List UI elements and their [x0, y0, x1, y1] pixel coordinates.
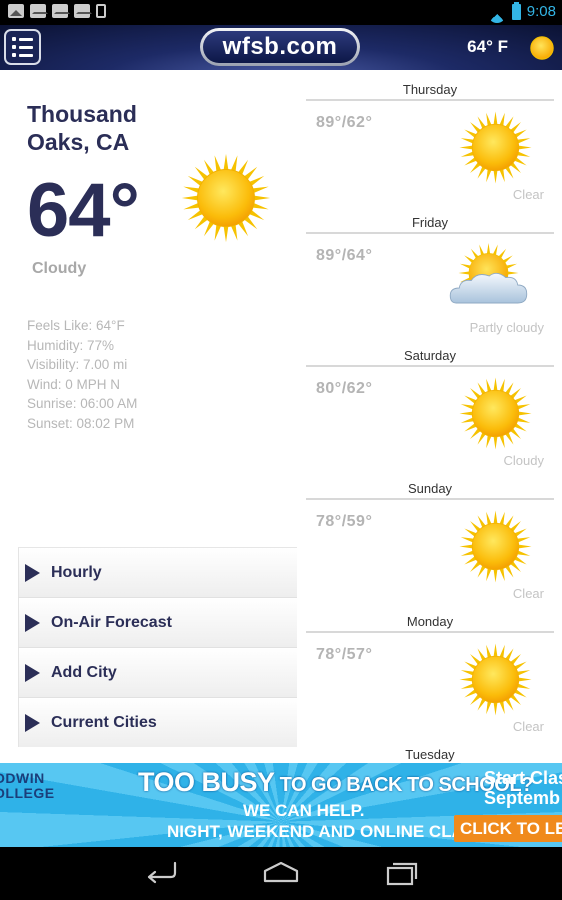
mail-notification-icon — [30, 4, 48, 18]
recent-apps-icon[interactable] — [382, 859, 422, 887]
day-condition: Clear — [512, 187, 544, 202]
forecast-day: Friday 89°/64° Partly cloudy — [306, 203, 554, 336]
day-name: Tuesday — [405, 747, 455, 762]
divider — [306, 99, 554, 101]
visibility: Visibility: 7.00 mi — [27, 357, 128, 373]
wind: Wind: 0 MPH N — [27, 376, 121, 392]
city-name: Thousand Oaks, CA — [27, 101, 137, 155]
ad-subline: WE CAN HELP. — [243, 801, 365, 820]
sunrise: Sunrise: 06:00 AM — [27, 396, 138, 412]
header-temperature: 64° F — [467, 37, 508, 56]
forecast-day: Saturday 80°/62° Cloudy — [306, 336, 554, 469]
mail-notification-icon — [52, 4, 70, 18]
forecast-day: Monday 78°/57° Clear — [306, 602, 554, 735]
day-condition: Clear — [512, 719, 544, 734]
day-name: Sunday — [407, 481, 453, 496]
navigation-bar — [0, 847, 562, 900]
day-temps: 89°/64° — [316, 247, 373, 264]
day-condition: Cloudy — [503, 453, 544, 468]
menu-item-label: On-Air Forecast — [51, 613, 172, 631]
sun-icon — [181, 153, 271, 243]
logo-text: wfsb.com — [203, 31, 357, 63]
day-temps: 80°/62° — [316, 380, 373, 397]
menu-item-label: Current Cities — [51, 713, 157, 731]
list-menu-button[interactable] — [4, 29, 41, 65]
sun-icon — [530, 36, 554, 60]
home-icon[interactable] — [261, 859, 301, 887]
partly-cloudy-icon — [449, 243, 528, 304]
status-bar: 9:08 — [0, 0, 562, 25]
mail-notification-icon — [74, 4, 92, 18]
ad-start-line: Start Clas — [484, 768, 562, 788]
play-arrow-icon — [25, 613, 40, 632]
humidity: Humidity: 77% — [27, 337, 115, 353]
ad-headline-big: TOO BUSY — [138, 767, 275, 797]
day-temps: 78°/57° — [316, 646, 373, 663]
day-name: Monday — [406, 614, 454, 629]
day-condition: Clear — [512, 586, 544, 601]
back-icon[interactable] — [141, 859, 181, 887]
battery-icon — [511, 1, 521, 20]
sunset: Sunset: 08:02 PM — [27, 415, 135, 431]
day-temps: 78°/59° — [316, 513, 373, 530]
status-clock: 9:08 — [526, 3, 556, 20]
menu-item-current-cities[interactable]: Current Cities — [18, 697, 297, 747]
forecast-day: Tuesday — [306, 735, 554, 763]
side-menu: Hourly On-Air Forecast Add City Current … — [18, 547, 297, 747]
phone-notification-icon — [96, 4, 106, 18]
play-arrow-icon — [25, 563, 40, 582]
divider — [306, 365, 554, 367]
menu-item-add-city[interactable]: Add City — [18, 647, 297, 697]
weather-details: Feels Like: 64°F Humidity: 77% Visibilit… — [27, 316, 137, 434]
ad-banner[interactable]: ODWIN OLLEGE TOO BUSY TO GO BACK TO SCHO… — [0, 763, 562, 847]
menu-item-label: Hourly — [51, 563, 102, 581]
sun-icon — [459, 111, 532, 184]
feels-like: Feels Like: 64°F — [27, 318, 125, 333]
day-temps: 89°/62° — [316, 114, 373, 131]
wifi-icon — [487, 4, 506, 23]
sun-icon — [459, 643, 532, 716]
ad-headline: TOO BUSY TO GO BACK TO SCHOOL? — [138, 767, 533, 798]
divider — [306, 498, 554, 500]
menu-item-label: Add City — [51, 663, 117, 681]
forecast-list[interactable]: Thursday 89°/62° Clear Friday 89°/64° Pa… — [306, 70, 554, 763]
ad-cta-button[interactable]: CLICK TO LEARN — [454, 815, 562, 842]
day-name: Saturday — [403, 348, 457, 363]
divider — [306, 232, 554, 234]
sun-icon — [459, 510, 532, 583]
menu-item-hourly[interactable]: Hourly — [18, 547, 297, 597]
image-notification-icon — [8, 4, 24, 18]
main-content: Thousand Oaks, CA 64° Cloudy Feels Like:… — [0, 70, 562, 763]
divider — [306, 631, 554, 633]
day-condition: Partly cloudy — [469, 320, 544, 335]
current-condition: Cloudy — [32, 260, 87, 277]
ad-start-text: Start Clas Septemb — [484, 768, 562, 808]
wfsb-logo: wfsb.com — [200, 28, 360, 66]
day-name: Thursday — [402, 82, 458, 97]
play-arrow-icon — [25, 713, 40, 732]
ad-college-name: ODWIN OLLEGE — [0, 770, 55, 801]
current-temperature: 64° — [27, 168, 140, 253]
menu-item-on-air-forecast[interactable]: On-Air Forecast — [18, 597, 297, 647]
ad-start-line: Septemb — [484, 788, 561, 808]
forecast-day: Sunday 78°/59° Clear — [306, 469, 554, 602]
play-arrow-icon — [25, 663, 40, 682]
forecast-day: Thursday 89°/62° Clear — [306, 70, 554, 203]
day-name: Friday — [411, 215, 449, 230]
sun-icon — [459, 377, 532, 450]
app-header: wfsb.com 64° F — [0, 25, 562, 70]
